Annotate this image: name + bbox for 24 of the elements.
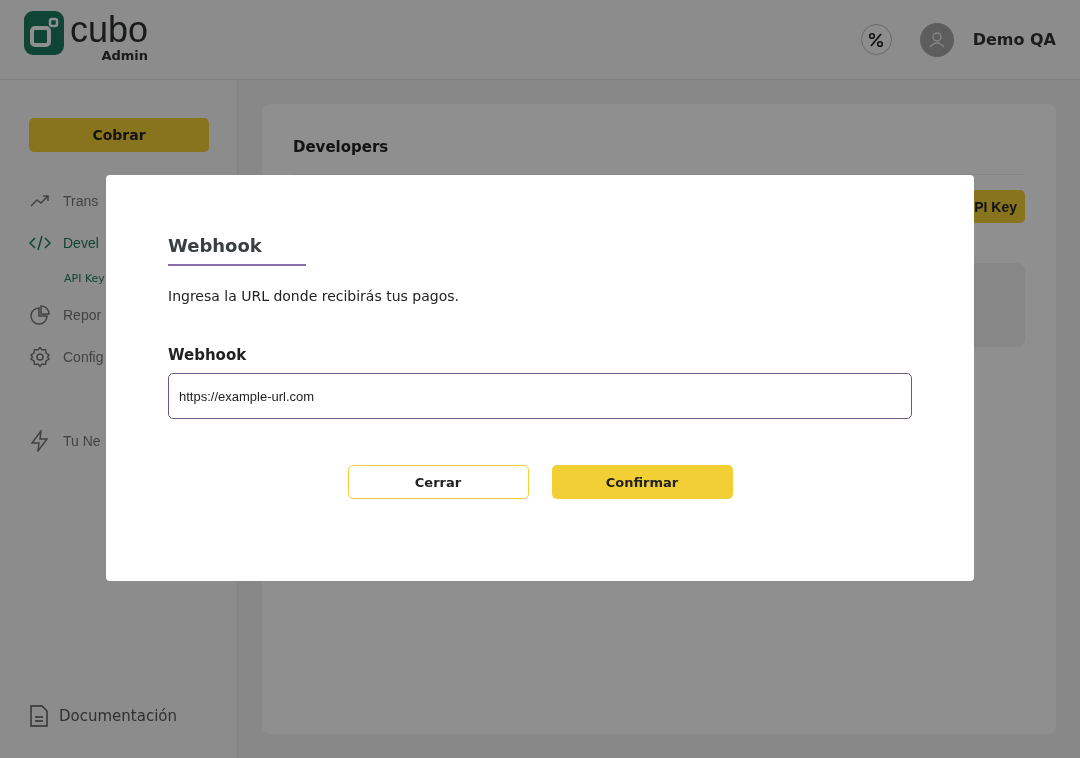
api-key-button[interactable]: PI Key: [971, 190, 1025, 223]
logo-icon: [24, 10, 64, 55]
documentation-link[interactable]: Documentación: [29, 704, 237, 728]
lightning-icon: [29, 430, 51, 452]
webhook-url-field[interactable]: https://example-url.com: [168, 373, 912, 419]
close-button[interactable]: Cerrar: [347, 465, 529, 499]
dialog-description: Ingresa la URL donde recibirás tus pagos.: [168, 288, 460, 304]
percent-icon: [868, 31, 885, 48]
confirm-button[interactable]: Confirmar: [551, 465, 733, 499]
sidebar-item[interactable]: Devel: [29, 222, 106, 264]
user-name: Demo QA: [972, 30, 1056, 49]
dialog-title: Webhook: [168, 235, 306, 266]
sidebar-item[interactable]: Repor: [29, 294, 106, 336]
brand-name: cubo: [70, 10, 149, 49]
gear-icon: [29, 346, 51, 368]
sidebar-item[interactable]: Tu Ne: [29, 420, 106, 462]
brand-subtitle: Admin: [101, 48, 149, 63]
page-title: Developers: [293, 138, 390, 156]
pie-chart-icon: [29, 304, 51, 326]
charge-button[interactable]: Cobrar: [29, 118, 209, 152]
sidebar-item[interactable]: Config: [29, 336, 106, 378]
document-icon: [29, 704, 49, 728]
sidebar-item[interactable]: Trans: [29, 180, 106, 222]
field-label: Webhook: [168, 346, 248, 364]
